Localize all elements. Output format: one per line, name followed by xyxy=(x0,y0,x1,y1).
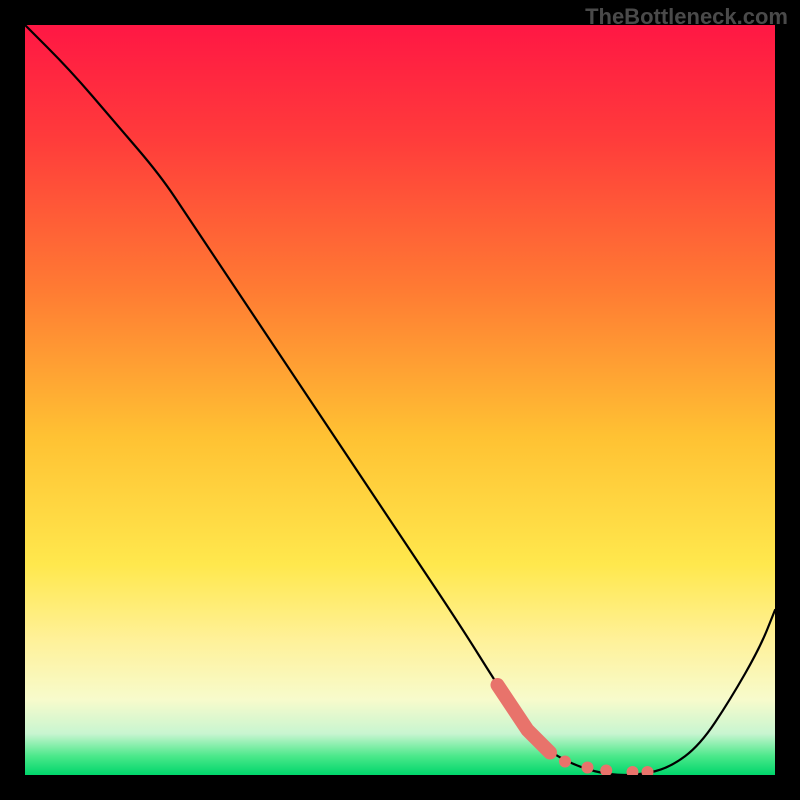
highlight-dot xyxy=(582,762,594,774)
chart-container: TheBottleneck.com xyxy=(0,0,800,800)
chart-svg xyxy=(25,25,775,775)
plot-area xyxy=(25,25,775,775)
watermark-text: TheBottleneck.com xyxy=(585,4,788,30)
gradient-background xyxy=(25,25,775,775)
highlight-dot xyxy=(559,756,571,768)
